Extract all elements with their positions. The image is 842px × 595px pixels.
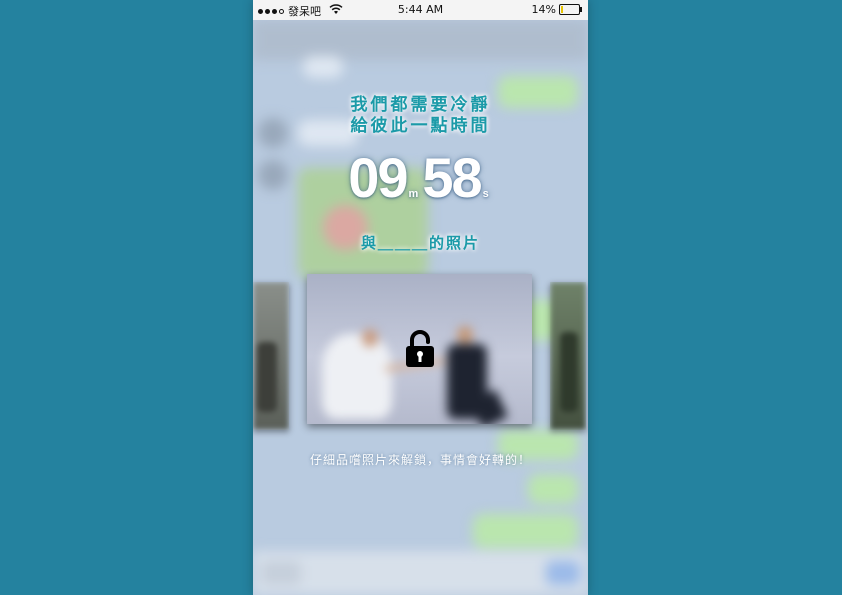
status-bar: 發呆吧 5:44 AM 14%: [253, 0, 588, 20]
padlock-icon: [406, 330, 434, 367]
countdown-seconds: 58: [422, 146, 482, 209]
headline-line-2: 給彼此一點時間: [350, 116, 491, 136]
photo-card-previous[interactable]: [253, 282, 289, 430]
battery-percent: 14%: [531, 3, 556, 16]
countdown-minutes: 09: [348, 146, 408, 209]
unlock-hint: 仔細品嚐照片來解鎖，事情會好轉的！: [309, 453, 531, 467]
phone-screen: 發呆吧 5:44 AM 14% 我們都需要冷靜 給彼此一點時間 09 m58 s 與…: [253, 0, 588, 595]
photo-card-next[interactable]: [550, 282, 586, 430]
battery-icon: [559, 4, 582, 15]
locked-photo-card[interactable]: [307, 274, 532, 424]
minutes-unit: m: [408, 188, 419, 200]
seconds-unit: s: [482, 188, 489, 200]
battery-indicator: 14%: [531, 3, 582, 16]
countdown-timer: 09 m58 s: [253, 145, 588, 210]
photo-title: 與＿＿＿的照片: [360, 234, 480, 252]
